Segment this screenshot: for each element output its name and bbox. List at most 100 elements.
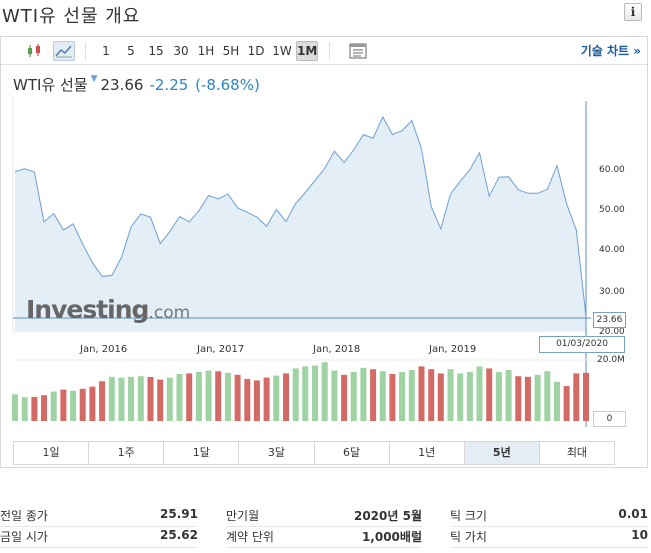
volume-bar xyxy=(331,370,338,421)
stat-contract-size: 계약 단위 1,000배럴 xyxy=(226,528,422,548)
period-1y[interactable]: 1년 xyxy=(389,442,465,464)
volume-bar xyxy=(466,372,473,421)
stat-value: 25.62 xyxy=(160,528,198,542)
volume-bar xyxy=(457,373,464,421)
stat-value: 2020년 5월 xyxy=(353,509,422,523)
stat-value: 25.91 xyxy=(160,507,198,521)
volume-bar xyxy=(524,376,531,421)
stat-expiry: 만기월 2020년 5월 xyxy=(226,507,422,527)
period-selector: 1일 1주 1달 3달 6달 1년 5년 최대 xyxy=(13,441,615,465)
x-tick-label: Jan, 2019 xyxy=(429,344,477,355)
y-tick-label: 60.00 xyxy=(599,165,625,175)
volume-bar xyxy=(137,376,144,421)
stat-label: 만기월 xyxy=(226,509,260,523)
volume-bar xyxy=(360,367,367,421)
y-tick-label: 50.00 xyxy=(599,205,625,215)
stat-label: 전일 종가 xyxy=(0,509,48,523)
period-6m[interactable]: 6달 xyxy=(314,442,390,464)
volume-bar xyxy=(99,381,106,421)
volume-bar xyxy=(486,368,493,421)
volume-bar xyxy=(428,369,435,421)
volume-zero-label: 0 xyxy=(593,411,626,427)
volume-bar xyxy=(389,374,396,421)
period-1d[interactable]: 1일 xyxy=(14,442,90,464)
volume-bar xyxy=(244,379,251,421)
period-3m[interactable]: 3달 xyxy=(239,442,315,464)
volume-bar xyxy=(379,371,386,421)
volume-bar xyxy=(554,381,560,421)
volume-max-label: 20.0M xyxy=(597,355,625,365)
chart-widget: 1 5 15 30 1H 5H 1D 1W 1M 기술 차트 » WTI유 선물… xyxy=(0,36,648,468)
volume-bar xyxy=(118,377,125,421)
stat-prev-close: 전일 종가 25.91 xyxy=(0,507,198,527)
volume-bar xyxy=(476,366,483,421)
volume-bar xyxy=(234,374,241,421)
volume-bar xyxy=(437,373,444,421)
x-tick-label: Jan, 2017 xyxy=(197,344,245,355)
stat-open: 금일 시가 25.62 xyxy=(0,528,198,548)
volume-bar xyxy=(341,374,348,421)
stat-label: 틱 크기 xyxy=(450,509,487,523)
volume-bar xyxy=(215,371,222,421)
x-tick-label: Jan, 2018 xyxy=(313,344,361,355)
y-tick-label: 40.00 xyxy=(599,245,625,255)
volume-bar xyxy=(399,372,406,421)
volume-bar xyxy=(31,396,38,421)
volume-bar xyxy=(21,397,28,421)
volume-bar xyxy=(263,377,270,421)
period-1w[interactable]: 1주 xyxy=(89,442,165,464)
stat-label: 금일 시가 xyxy=(0,530,48,544)
volume-bar xyxy=(418,366,425,421)
volume-bar xyxy=(60,389,67,421)
volume-bar xyxy=(283,373,289,421)
stat-tick-value: 틱 가치 10 xyxy=(450,528,648,548)
volume-bar xyxy=(447,369,454,421)
volume-bar xyxy=(41,395,47,421)
volume-bar xyxy=(186,373,193,421)
volume-bar xyxy=(544,371,551,421)
info-icon[interactable]: i xyxy=(624,3,642,21)
volume-bar xyxy=(79,388,86,421)
volume-bar xyxy=(312,365,318,421)
volume-bar xyxy=(89,386,96,421)
volume-bar xyxy=(128,376,135,421)
volume-bar xyxy=(370,369,377,421)
volume-bar xyxy=(563,386,570,421)
stat-tick-size: 틱 크기 0.01 xyxy=(450,507,648,527)
stat-value: 1,000배럴 xyxy=(361,530,422,544)
volume-bar xyxy=(505,370,512,421)
volume-bar xyxy=(302,366,309,421)
y-tick-label: 30.00 xyxy=(599,287,625,297)
volume-bar xyxy=(50,391,57,421)
current-price-tag: 23.66 xyxy=(593,312,626,328)
crosshair-date-tag: 01/03/2020 xyxy=(539,336,625,353)
period-1m[interactable]: 1달 xyxy=(164,442,240,464)
volume-bar xyxy=(408,370,415,421)
volume-bar xyxy=(292,368,299,421)
volume-bar xyxy=(515,376,522,421)
volume-bar xyxy=(253,380,260,421)
volume-bar xyxy=(147,377,154,421)
volume-bar xyxy=(224,372,231,421)
page-title: WTI유 선물 개요 xyxy=(2,6,141,27)
watermark-suffix: .com xyxy=(148,303,191,323)
stat-value: 10 xyxy=(631,528,648,542)
investing-watermark: Investing.com xyxy=(26,295,190,324)
stat-value: 0.01 xyxy=(618,507,648,521)
watermark-brand: Investing xyxy=(26,295,149,324)
stat-label: 틱 가치 xyxy=(450,530,487,544)
period-max[interactable]: 최대 xyxy=(539,442,614,464)
price-chart[interactable] xyxy=(1,37,647,437)
volume-bar xyxy=(205,370,212,421)
period-5y[interactable]: 5년 xyxy=(464,442,540,464)
stat-label: 계약 단위 xyxy=(226,530,274,544)
x-tick-label: Jan, 2016 xyxy=(80,344,128,355)
volume-bar xyxy=(176,374,183,421)
volume-bar xyxy=(108,376,115,421)
volume-bar xyxy=(273,375,280,421)
volume-bar xyxy=(573,373,580,421)
volume-bar xyxy=(321,362,328,421)
volume-bar xyxy=(12,394,18,421)
volume-bars xyxy=(12,362,589,421)
volume-bar xyxy=(495,372,502,421)
